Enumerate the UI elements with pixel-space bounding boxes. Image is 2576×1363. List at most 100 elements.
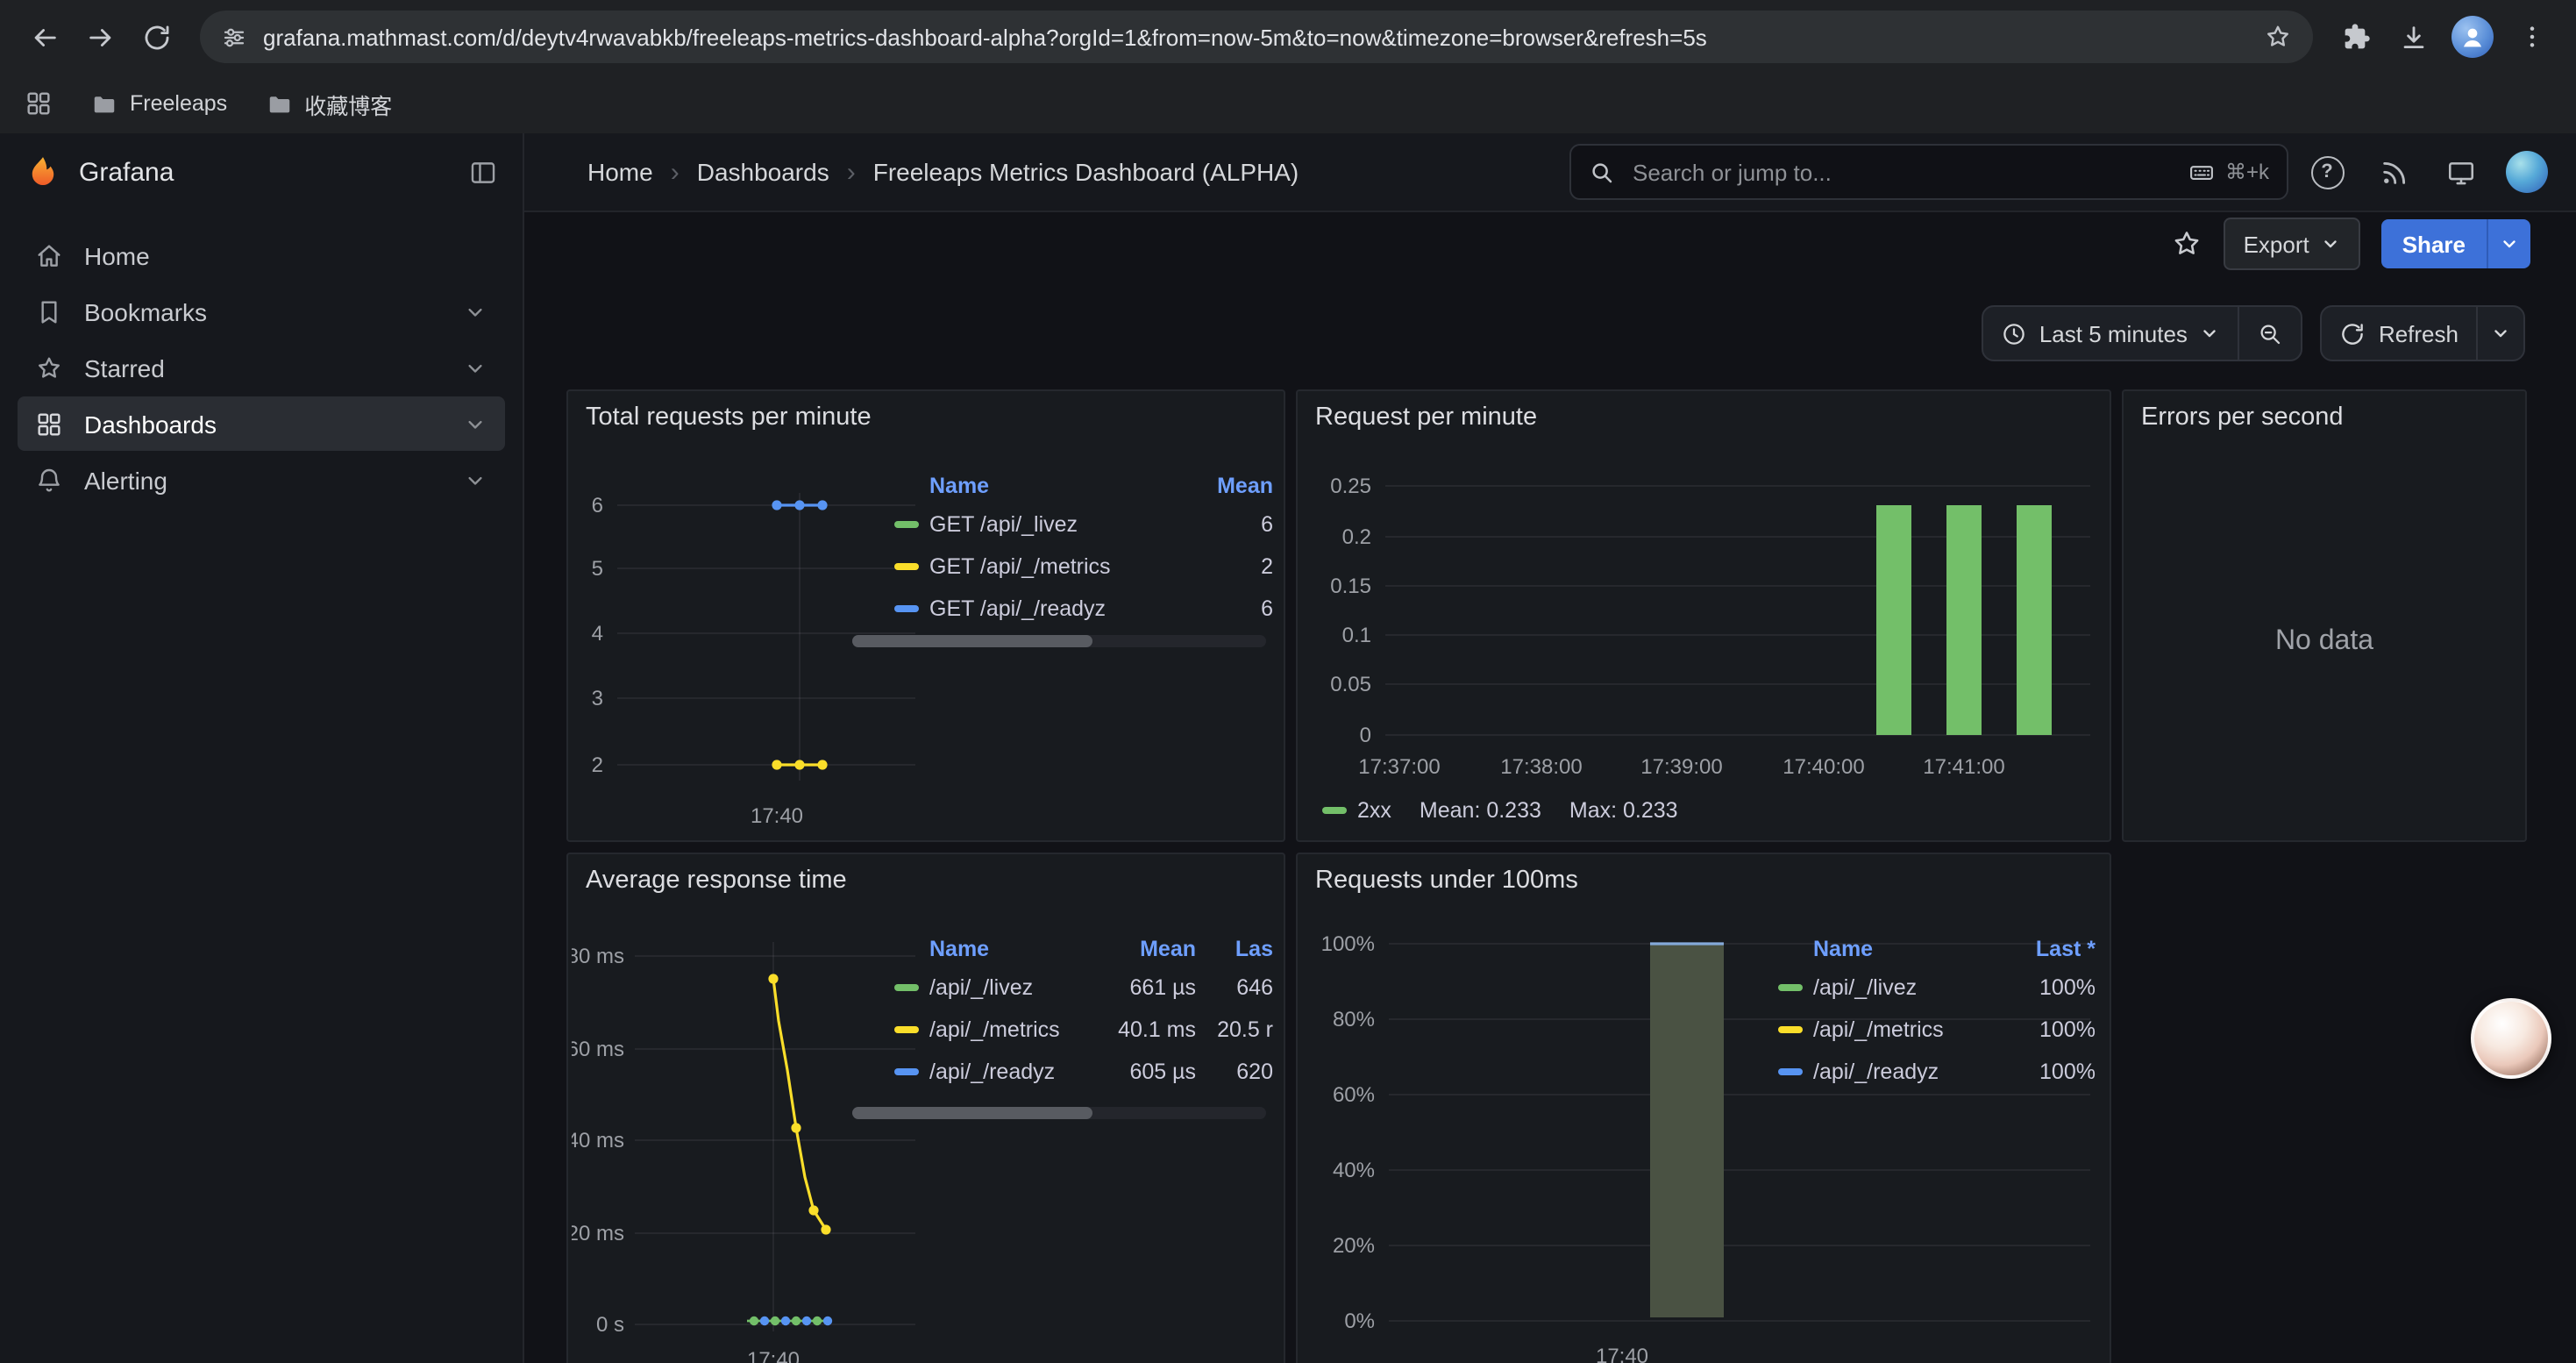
sidebar: Grafana Home Bookmarks — [0, 133, 524, 1363]
legend-row: GET /api/_/readyz 6 — [894, 588, 1273, 630]
sidebar-item-label: Home — [84, 241, 150, 269]
zoom-out-button[interactable] — [2240, 307, 2302, 360]
breadcrumb-separator: › — [847, 157, 856, 187]
panel-title[interactable]: Errors per second — [2124, 391, 2525, 444]
no-data-text: No data — [2124, 444, 2525, 840]
news-rss-icon[interactable] — [2366, 144, 2422, 200]
legend-hscrollbar[interactable] — [852, 635, 1266, 647]
extensions-icon[interactable] — [2330, 11, 2383, 63]
svg-text:0 s: 0 s — [596, 1313, 624, 1337]
legend-hscrollbar[interactable] — [852, 1107, 1266, 1119]
grafana-profile-avatar[interactable] — [2506, 151, 2548, 193]
legend-name[interactable]: /api/_/metrics — [1813, 1017, 2001, 1042]
legend-header-name[interactable]: Name — [929, 474, 1206, 498]
browser-toolbar: grafana.mathmast.com/d/deytv4rwavabkb/fr… — [0, 0, 2576, 74]
svg-text:80%: 80% — [1333, 1008, 1375, 1031]
monitor-icon[interactable] — [2432, 144, 2488, 200]
legend-header-mean[interactable]: Mean — [1105, 937, 1196, 961]
sidebar-item-bookmarks[interactable]: Bookmarks — [18, 284, 505, 339]
svg-text:60 ms: 60 ms — [572, 1038, 624, 1061]
legend-name[interactable]: /api/_/readyz — [929, 1060, 1094, 1084]
help-icon[interactable]: ? — [2299, 144, 2355, 200]
time-range-picker[interactable]: Last 5 minutes — [1983, 307, 2238, 360]
legend-last-value: 100% — [2011, 1060, 2096, 1084]
browser-profile-avatar[interactable] — [2451, 16, 2494, 58]
svg-text:0.05: 0.05 — [1330, 673, 1371, 696]
sidebar-collapse-button[interactable] — [468, 157, 498, 187]
browser-reload-button[interactable] — [130, 11, 182, 63]
series-dash — [1778, 984, 1803, 991]
grafana-logo[interactable] — [25, 153, 61, 190]
chevron-down-icon[interactable] — [463, 299, 487, 324]
legend-header-last[interactable]: Las — [1206, 937, 1273, 961]
svg-text:20%: 20% — [1333, 1234, 1375, 1258]
favorite-star-button[interactable] — [2172, 228, 2203, 260]
svg-text:80 ms: 80 ms — [572, 945, 624, 968]
browser-forward-button[interactable] — [74, 11, 126, 63]
legend-name[interactable]: GET /api/_/readyz — [929, 596, 1220, 621]
legend-last-value: 100% — [2011, 1017, 2096, 1042]
panel-title[interactable]: Requests under 100ms — [1298, 854, 2110, 907]
legend-header-name[interactable]: Name — [929, 937, 1094, 961]
legend-name[interactable]: /api/_/metrics — [929, 1017, 1094, 1042]
brand-title: Grafana — [79, 157, 174, 187]
panel-title[interactable]: Total requests per minute — [568, 391, 1284, 444]
sidebar-item-starred[interactable]: Starred — [18, 340, 505, 395]
svg-text:0.15: 0.15 — [1330, 574, 1371, 598]
svg-text:60%: 60% — [1333, 1083, 1375, 1107]
chevron-down-icon[interactable] — [463, 411, 487, 436]
chevron-down-icon[interactable] — [463, 355, 487, 380]
legend-name[interactable]: /api/_/livez — [929, 975, 1094, 1000]
legend-header-mean[interactable]: Mean — [1217, 474, 1273, 498]
downloads-icon[interactable] — [2387, 11, 2439, 63]
search-field[interactable] — [1629, 157, 2174, 187]
legend-name[interactable]: /api/_/readyz — [1813, 1060, 2001, 1084]
url-bar[interactable]: grafana.mathmast.com/d/deytv4rwavabkb/fr… — [200, 11, 2313, 63]
bookmark-label: Freeleaps — [130, 91, 227, 116]
sidebar-item-home[interactable]: Home — [18, 228, 505, 282]
bookmark-folder-freeleaps[interactable]: Freeleaps — [91, 90, 227, 117]
svg-text:17:37:00: 17:37:00 — [1358, 755, 1440, 779]
legend-header-last[interactable]: Last * — [2011, 937, 2096, 961]
bookmark-icon — [35, 297, 63, 325]
svg-text:0.2: 0.2 — [1342, 525, 1371, 549]
panel-title[interactable]: Average response time — [568, 854, 1284, 907]
svg-text:100%: 100% — [1321, 932, 1375, 956]
chevron-down-icon[interactable] — [463, 467, 487, 492]
export-button[interactable]: Export — [2224, 218, 2360, 270]
sidebar-item-alerting[interactable]: Alerting — [18, 453, 505, 507]
apps-grid-icon[interactable] — [25, 89, 53, 118]
browser-menu-icon[interactable] — [2506, 11, 2558, 63]
breadcrumb-home[interactable]: Home — [587, 158, 653, 186]
legend-series-2xx[interactable]: 2xx — [1357, 798, 1391, 823]
legend-row: /api/_/livez 661 µs 646 — [894, 967, 1273, 1009]
assistant-avatar-bubble[interactable] — [2471, 998, 2551, 1079]
panel-title[interactable]: Request per minute — [1298, 391, 2110, 444]
svg-text:0.25: 0.25 — [1330, 475, 1371, 498]
legend-header-name[interactable]: Name — [1813, 937, 2001, 961]
legend-name[interactable]: /api/_/livez — [1813, 975, 2001, 1000]
legend-mean-value: 605 µs — [1105, 1060, 1196, 1084]
dashboard-toolbar: Export Share — [524, 211, 2576, 277]
refresh-button[interactable]: Refresh — [2323, 307, 2476, 360]
refresh-label: Refresh — [2379, 320, 2459, 346]
refresh-interval-caret[interactable] — [2478, 307, 2523, 360]
bookmark-folder-blogs[interactable]: 收藏博客 — [266, 87, 392, 120]
search-input[interactable]: ⌘+k — [1569, 144, 2288, 200]
sidebar-item-dashboards[interactable]: Dashboards — [18, 396, 505, 451]
bookmark-star-icon[interactable] — [2264, 23, 2292, 51]
url-text[interactable]: grafana.mathmast.com/d/deytv4rwavabkb/fr… — [263, 24, 2248, 50]
legend-value: 6 — [1231, 512, 1273, 537]
legend-name[interactable]: GET /api/_livez — [929, 512, 1220, 537]
legend-table: Name Last * /api/_/livez 100% /api/_/met… — [1778, 931, 2096, 1093]
legend-name[interactable]: GET /api/_/metrics — [929, 554, 1220, 579]
legend-last-value: 620 — [1206, 1060, 1273, 1084]
legend-max: Max: 0.233 — [1569, 798, 1678, 823]
share-button[interactable]: Share — [2381, 219, 2530, 268]
refresh-icon — [2340, 320, 2366, 346]
breadcrumb-dashboards[interactable]: Dashboards — [697, 158, 829, 186]
series-dash — [894, 521, 919, 528]
site-info-icon[interactable] — [221, 24, 247, 50]
browser-back-button[interactable] — [18, 11, 70, 63]
share-caret-button[interactable] — [2487, 219, 2530, 268]
